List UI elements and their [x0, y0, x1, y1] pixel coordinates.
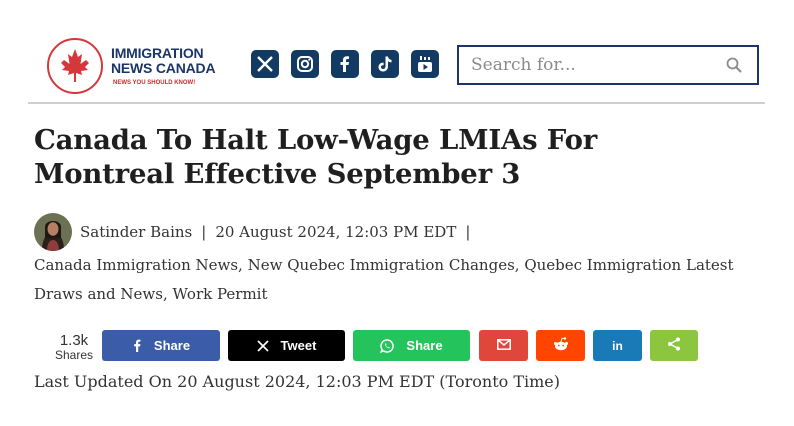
x-share-label: Tweet	[280, 338, 317, 353]
article-categories: Canada Immigration News, New Quebec Immi…	[34, 251, 734, 309]
instagram-icon[interactable]	[291, 50, 319, 78]
share-count: 1.3k Shares	[52, 333, 96, 362]
logo-tagline: NEWS YOU SHOULD KNOW!	[113, 80, 196, 86]
more-share-button[interactable]	[650, 330, 698, 361]
category-separator: ,	[162, 285, 173, 303]
author-name[interactable]: Satinder Bains	[80, 223, 192, 241]
category-separator: ,	[238, 256, 248, 274]
article-title: Canada To Halt Low-Wage LMIAs For Montre…	[34, 124, 598, 190]
social-links	[251, 50, 439, 78]
x-icon[interactable]	[251, 50, 279, 78]
article-byline: Satinder Bains | 20 August 2024, 12:03 P…	[34, 213, 479, 251]
reddit-share-button[interactable]	[536, 330, 585, 361]
whatsapp-share-button[interactable]: Share	[353, 330, 470, 361]
category-link[interactable]: New Quebec Immigration Changes	[248, 256, 515, 274]
search-box	[457, 45, 759, 85]
gmail-share-button[interactable]	[479, 330, 528, 361]
facebook-share-button[interactable]: Share	[102, 330, 220, 361]
share-count-number: 1.3k	[59, 332, 89, 349]
search-icon[interactable]	[717, 48, 751, 82]
linkedin-share-button[interactable]: in	[593, 330, 642, 361]
author-avatar[interactable]	[34, 213, 72, 251]
publish-date: 20 August 2024, 12:03 PM EDT	[215, 223, 457, 241]
category-link[interactable]: Canada Immigration News	[34, 256, 238, 274]
x-share-button[interactable]: Tweet	[228, 330, 345, 361]
share-count-label: Shares	[54, 348, 94, 362]
site-logo[interactable]: IMMIGRATION NEWS CANADA NEWS YOU SHOULD …	[47, 36, 222, 96]
gmail-icon	[496, 338, 511, 353]
logo-title-line2: NEWS CANADA	[111, 60, 216, 76]
byline-separator: |	[465, 223, 471, 241]
search-input[interactable]	[469, 48, 717, 82]
last-updated: Last Updated On 20 August 2024, 12:03 PM…	[34, 372, 561, 391]
facebook-icon	[132, 339, 142, 352]
linkedin-icon: in	[612, 338, 623, 353]
header-divider	[28, 102, 765, 104]
facebook-share-label: Share	[153, 338, 191, 353]
x-icon	[256, 339, 269, 352]
reddit-icon	[553, 337, 569, 354]
maple-leaf-icon	[47, 38, 103, 94]
logo-title-line1: IMMIGRATION	[111, 45, 204, 61]
whatsapp-icon	[380, 338, 395, 353]
whatsapp-share-label: Share	[406, 338, 443, 353]
category-link[interactable]: Work Permit	[173, 285, 268, 303]
tiktok-icon[interactable]	[371, 50, 399, 78]
category-separator: ,	[514, 256, 525, 274]
facebook-icon[interactable]	[331, 50, 359, 78]
share-icon	[667, 337, 681, 354]
youtube-icon[interactable]	[411, 50, 439, 78]
byline-separator: |	[201, 223, 207, 241]
